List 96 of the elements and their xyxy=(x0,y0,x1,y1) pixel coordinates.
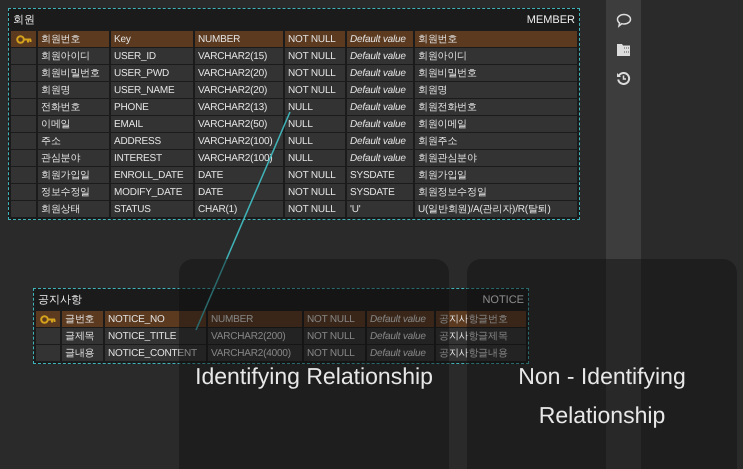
default-value-field[interactable]: Default value xyxy=(347,150,413,166)
table-cell: VARCHAR2(20) xyxy=(195,65,283,81)
default-value-field[interactable]: Default value xyxy=(367,328,434,344)
table-cell: MODIFY_DATE xyxy=(111,184,193,200)
table-cell: VARCHAR2(100) xyxy=(195,133,283,149)
relationship-label: Non - Identifying Relationship xyxy=(517,362,687,430)
table-cell: STATUS xyxy=(111,201,193,217)
table-cell: 공지사항글내용 xyxy=(436,345,526,361)
table-physical-name: NOTICE xyxy=(482,292,524,308)
table-cell: USER_PWD xyxy=(111,65,193,81)
table-cell: 공지사항글번호 xyxy=(436,311,526,327)
table-name: 공지사항 xyxy=(38,292,82,308)
table-cell: U(일반회원)/A(관리자)/R(탈퇴) xyxy=(415,201,577,217)
table-cell: USER_ID xyxy=(111,48,193,64)
key-icon xyxy=(40,314,56,324)
table-cell: 글번호 xyxy=(62,311,103,327)
default-value-field[interactable]: Default value xyxy=(367,345,434,361)
default-value-field[interactable]: Default value xyxy=(347,31,413,47)
table-cell: ENROLL_DATE xyxy=(111,167,193,183)
table-cell: NOTICE_TITLE xyxy=(105,328,206,344)
table-cell: 회원명 xyxy=(415,82,577,98)
table-cell: 회원번호 xyxy=(415,31,577,47)
table-cell: NULL xyxy=(285,116,345,132)
table-cell: USER_NAME xyxy=(111,82,193,98)
table-cell: 회원주소 xyxy=(415,133,577,149)
table-cell: 회원번호 xyxy=(38,31,109,47)
table-cell: 회원비밀번호 xyxy=(415,65,577,81)
table-cell: Key xyxy=(111,31,193,47)
table-cell: DATE xyxy=(195,167,283,183)
table-cell: SYSDATE xyxy=(347,167,413,183)
table-cell: NUMBER xyxy=(195,31,283,47)
table-cell: NOT NULL xyxy=(285,65,345,81)
default-value-field[interactable]: Default value xyxy=(367,311,434,327)
table-cell: VARCHAR2(20) xyxy=(195,82,283,98)
table-cell: 회원정보수정일 xyxy=(415,184,577,200)
table-cell: NOT NULL xyxy=(285,184,345,200)
default-value-field[interactable]: Default value xyxy=(347,99,413,115)
table-cell: NOT NULL xyxy=(285,82,345,98)
table-cell: NUMBER xyxy=(208,311,302,327)
default-value-field[interactable]: Default value xyxy=(347,48,413,64)
table-cell: NOT NULL xyxy=(304,328,365,344)
table-cell: NOT NULL xyxy=(304,345,365,361)
table-cell: 이메일 xyxy=(38,116,109,132)
table-cell: NOTICE_CONTENT xyxy=(105,345,206,361)
table-cell: INTEREST xyxy=(111,150,193,166)
table-cell: NOT NULL xyxy=(285,31,345,47)
table-cell: 공지사항글제목 xyxy=(436,328,526,344)
table-cell: VARCHAR2(4000) xyxy=(208,345,302,361)
table-cell: NOT NULL xyxy=(285,48,345,64)
default-value-field[interactable]: Default value xyxy=(347,133,413,149)
table-cell: 회원이메일 xyxy=(415,116,577,132)
speech-bubble-icon[interactable] xyxy=(616,13,632,28)
table-cell: CHAR(1) xyxy=(195,201,283,217)
table-name: 회원 xyxy=(13,12,35,28)
table-cell: ADDRESS xyxy=(111,133,193,149)
table-cell: PHONE xyxy=(111,99,193,115)
table-cell: VARCHAR2(13) xyxy=(195,99,283,115)
table-cell: 회원전화번호 xyxy=(415,99,577,115)
history-icon[interactable] xyxy=(616,71,631,86)
table-cell: 관심분야 xyxy=(38,150,109,166)
table-cell: 주소 xyxy=(38,133,109,149)
table-cell: 글내용 xyxy=(62,345,103,361)
table-cell: DATE xyxy=(195,184,283,200)
relationship-label: Identifying Relationship xyxy=(194,362,434,391)
key-icon xyxy=(16,34,32,44)
table-cell: 회원상태 xyxy=(38,201,109,217)
film-folder-icon[interactable] xyxy=(616,42,631,57)
table-cell: EMAIL xyxy=(111,116,193,132)
table-card[interactable] xyxy=(8,8,580,220)
table-cell: 회원아이디 xyxy=(38,48,109,64)
table-card[interactable]: 공지사항 NOTICE 글번호 NOTICE_NO NUMBER NOT NULL Default value 공지사항글번호 글제목 NOTICE_TITLE VARCHAR2(200) NOT NULL Default value 공지사항글제목 글내용 NOTICE_CONTENT VARCHAR2(4000) NOT NULL Default value 공지사항글내용 xyxy=(33,288,529,364)
table-cell: NOT NULL xyxy=(285,201,345,217)
table-cell: NOT NULL xyxy=(304,311,365,327)
table-cell: 회원가입일 xyxy=(415,167,577,183)
table-cell: 회원비밀번호 xyxy=(38,65,109,81)
table-cell: 글제목 xyxy=(62,328,103,344)
table-cell: NULL xyxy=(285,150,345,166)
default-value-field[interactable]: Default value xyxy=(347,82,413,98)
table-cell: 회원명 xyxy=(38,82,109,98)
table-cell: VARCHAR2(15) xyxy=(195,48,283,64)
table-cell: NULL xyxy=(285,133,345,149)
table-physical-name: MEMBER xyxy=(526,12,575,28)
table-cell: SYSDATE xyxy=(347,184,413,200)
table-cell: 회원가입일 xyxy=(38,167,109,183)
table-cell: 전화번호 xyxy=(38,99,109,115)
default-value-field[interactable]: Default value xyxy=(347,116,413,132)
table-cell: VARCHAR2(50) xyxy=(195,116,283,132)
table-cell: 회원관심분야 xyxy=(415,150,577,166)
table-cell: 'U' xyxy=(347,201,413,217)
table-cell: VARCHAR2(200) xyxy=(208,328,302,344)
table-cell: 정보수정일 xyxy=(38,184,109,200)
table-cell: NOTICE_NO xyxy=(105,311,206,327)
table-cell: NULL xyxy=(285,99,345,115)
table-cell: 회원아이디 xyxy=(415,48,577,64)
table-cell: NOT NULL xyxy=(285,167,345,183)
default-value-field[interactable]: Default value xyxy=(347,65,413,81)
